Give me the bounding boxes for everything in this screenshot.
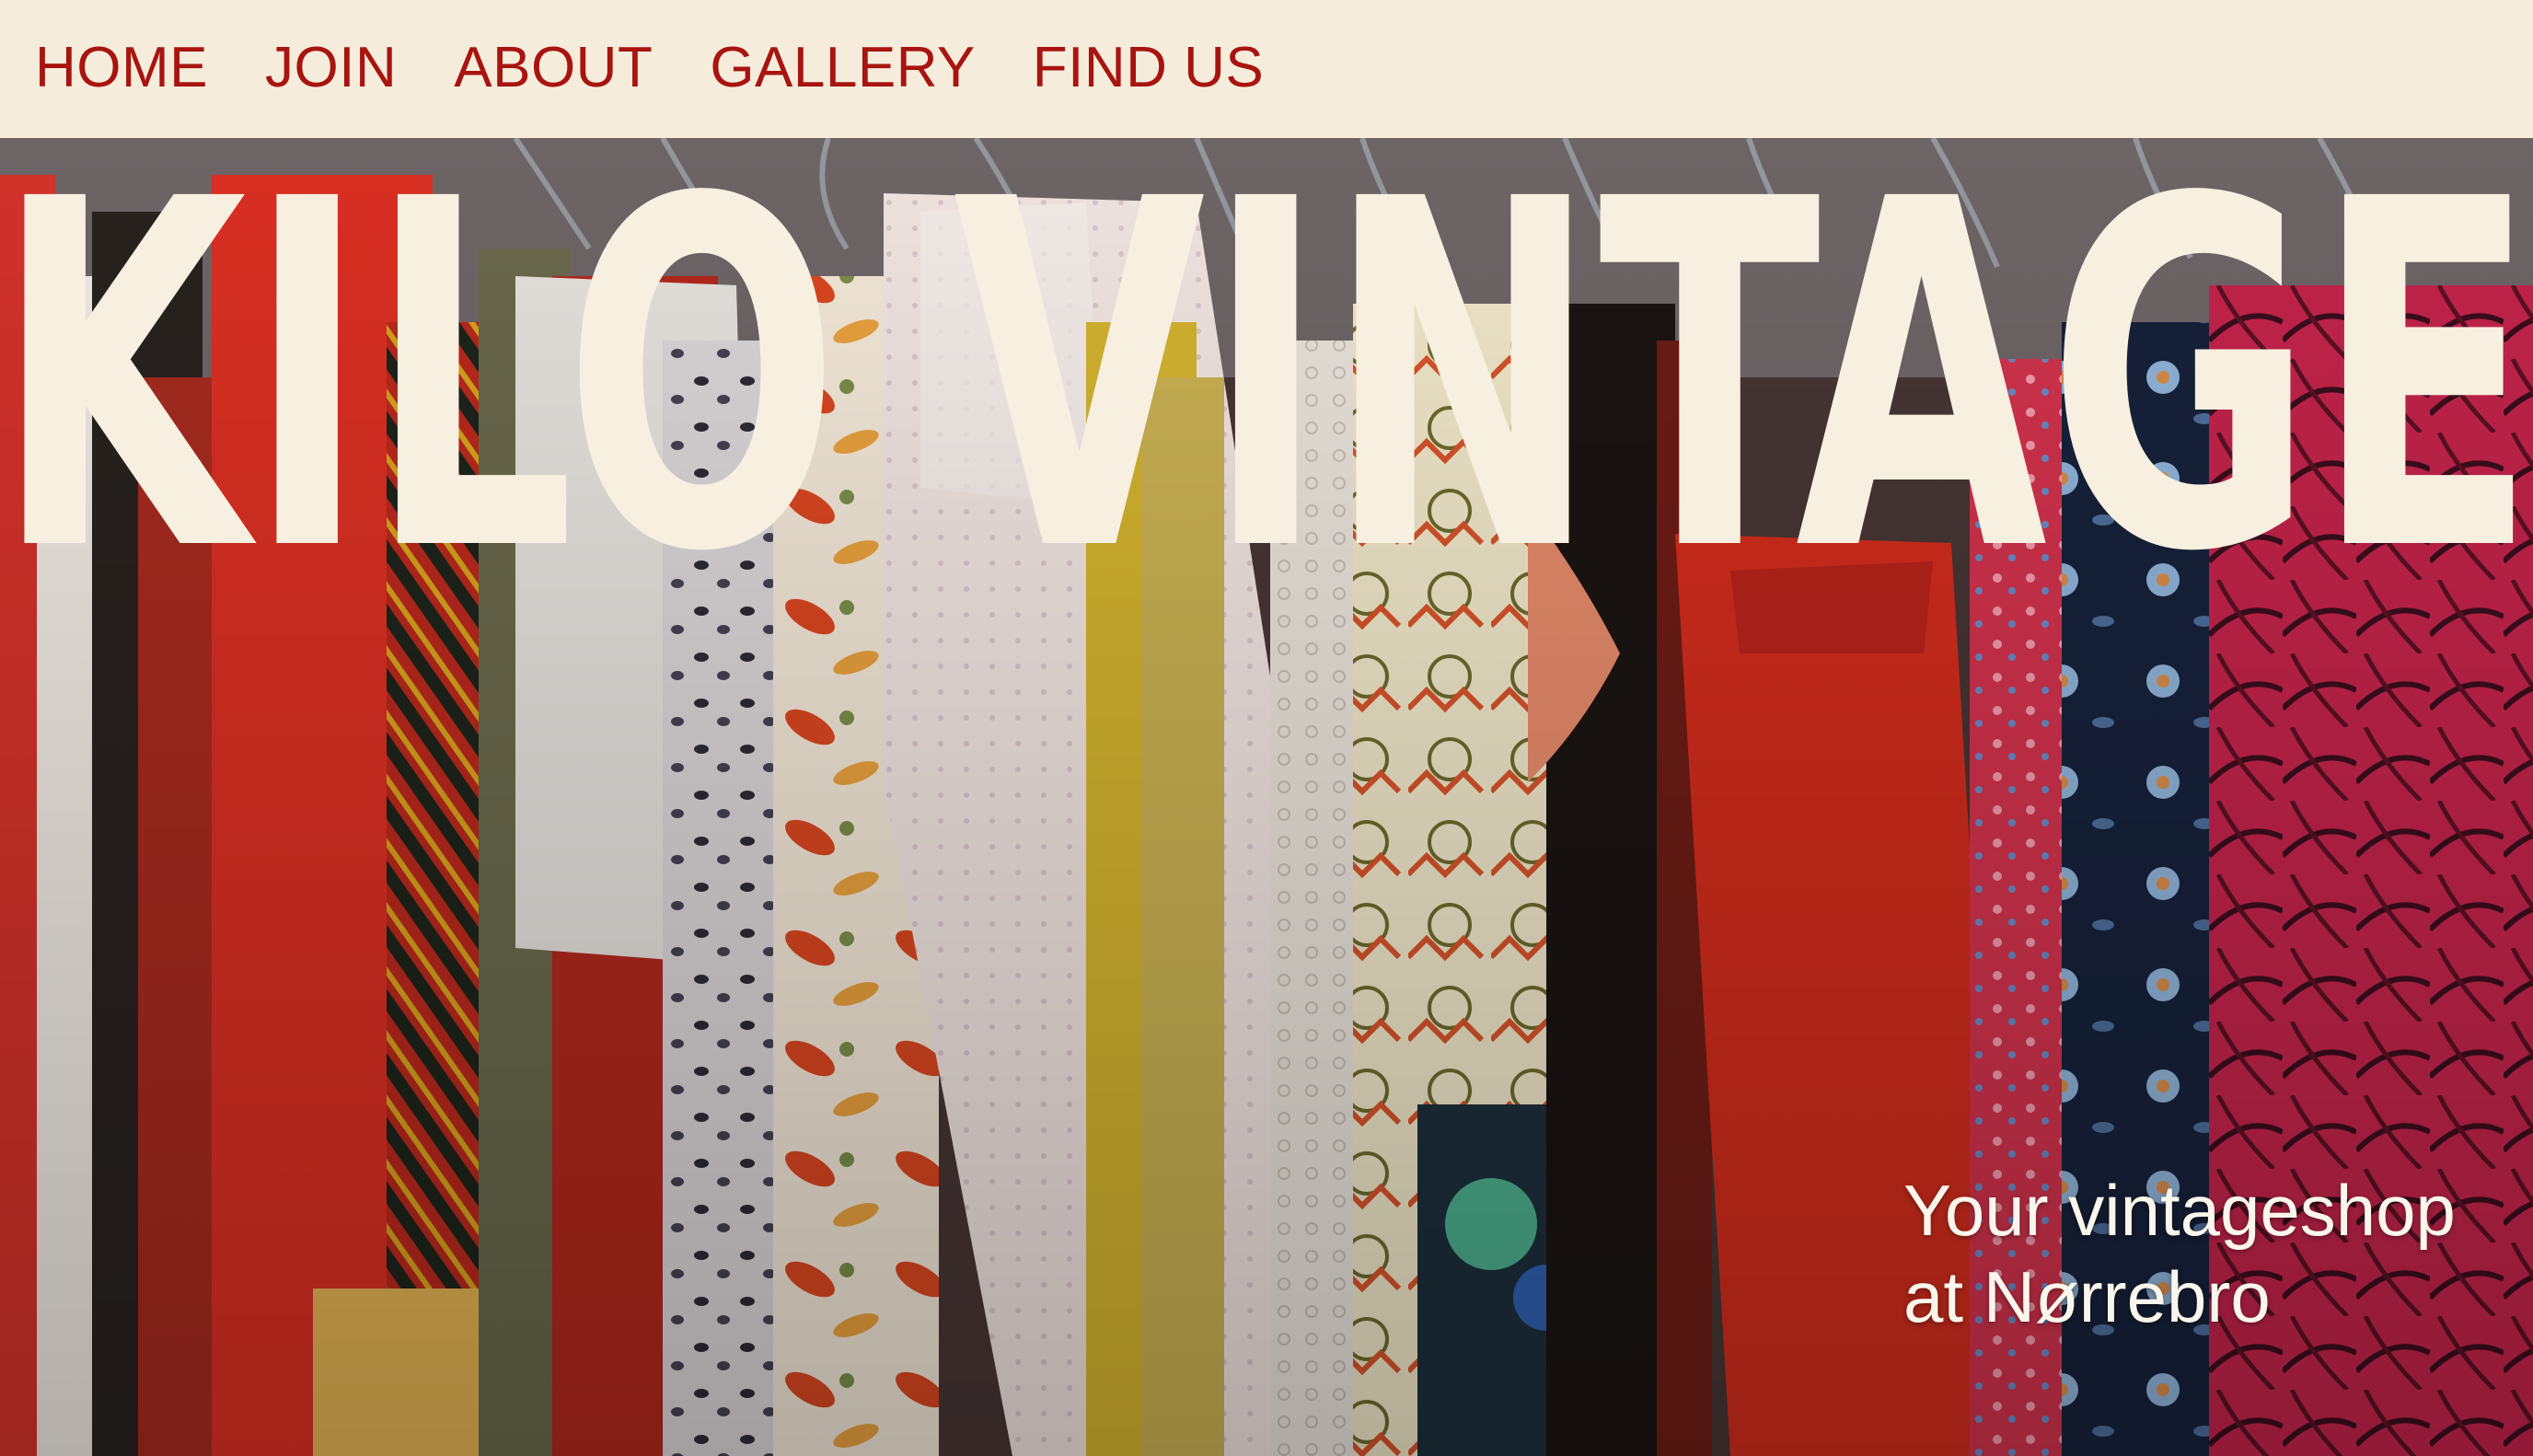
nav-find-us-link[interactable]: FIND US [1033,33,1265,103]
hero-tagline: Your vintageshop at Nørrebro [1903,1167,2456,1340]
nav-home-link[interactable]: HOME [35,33,208,103]
nav-about-link[interactable]: ABOUT [454,33,653,103]
main-nav: HOME JOIN ABOUT GALLERY FIND US [35,33,1321,103]
hero-tagline-line-2: at Nørrebro [1903,1256,2271,1337]
nav-gallery-link[interactable]: GALLERY [710,33,975,103]
page: HOME JOIN ABOUT GALLERY FIND US KILO VIN… [0,0,2533,1456]
hero-tagline-line-1: Your vintageshop [1903,1170,2456,1251]
nav-join-link[interactable]: JOIN [265,33,397,103]
top-nav-bar: HOME JOIN ABOUT GALLERY FIND US [0,0,2533,138]
